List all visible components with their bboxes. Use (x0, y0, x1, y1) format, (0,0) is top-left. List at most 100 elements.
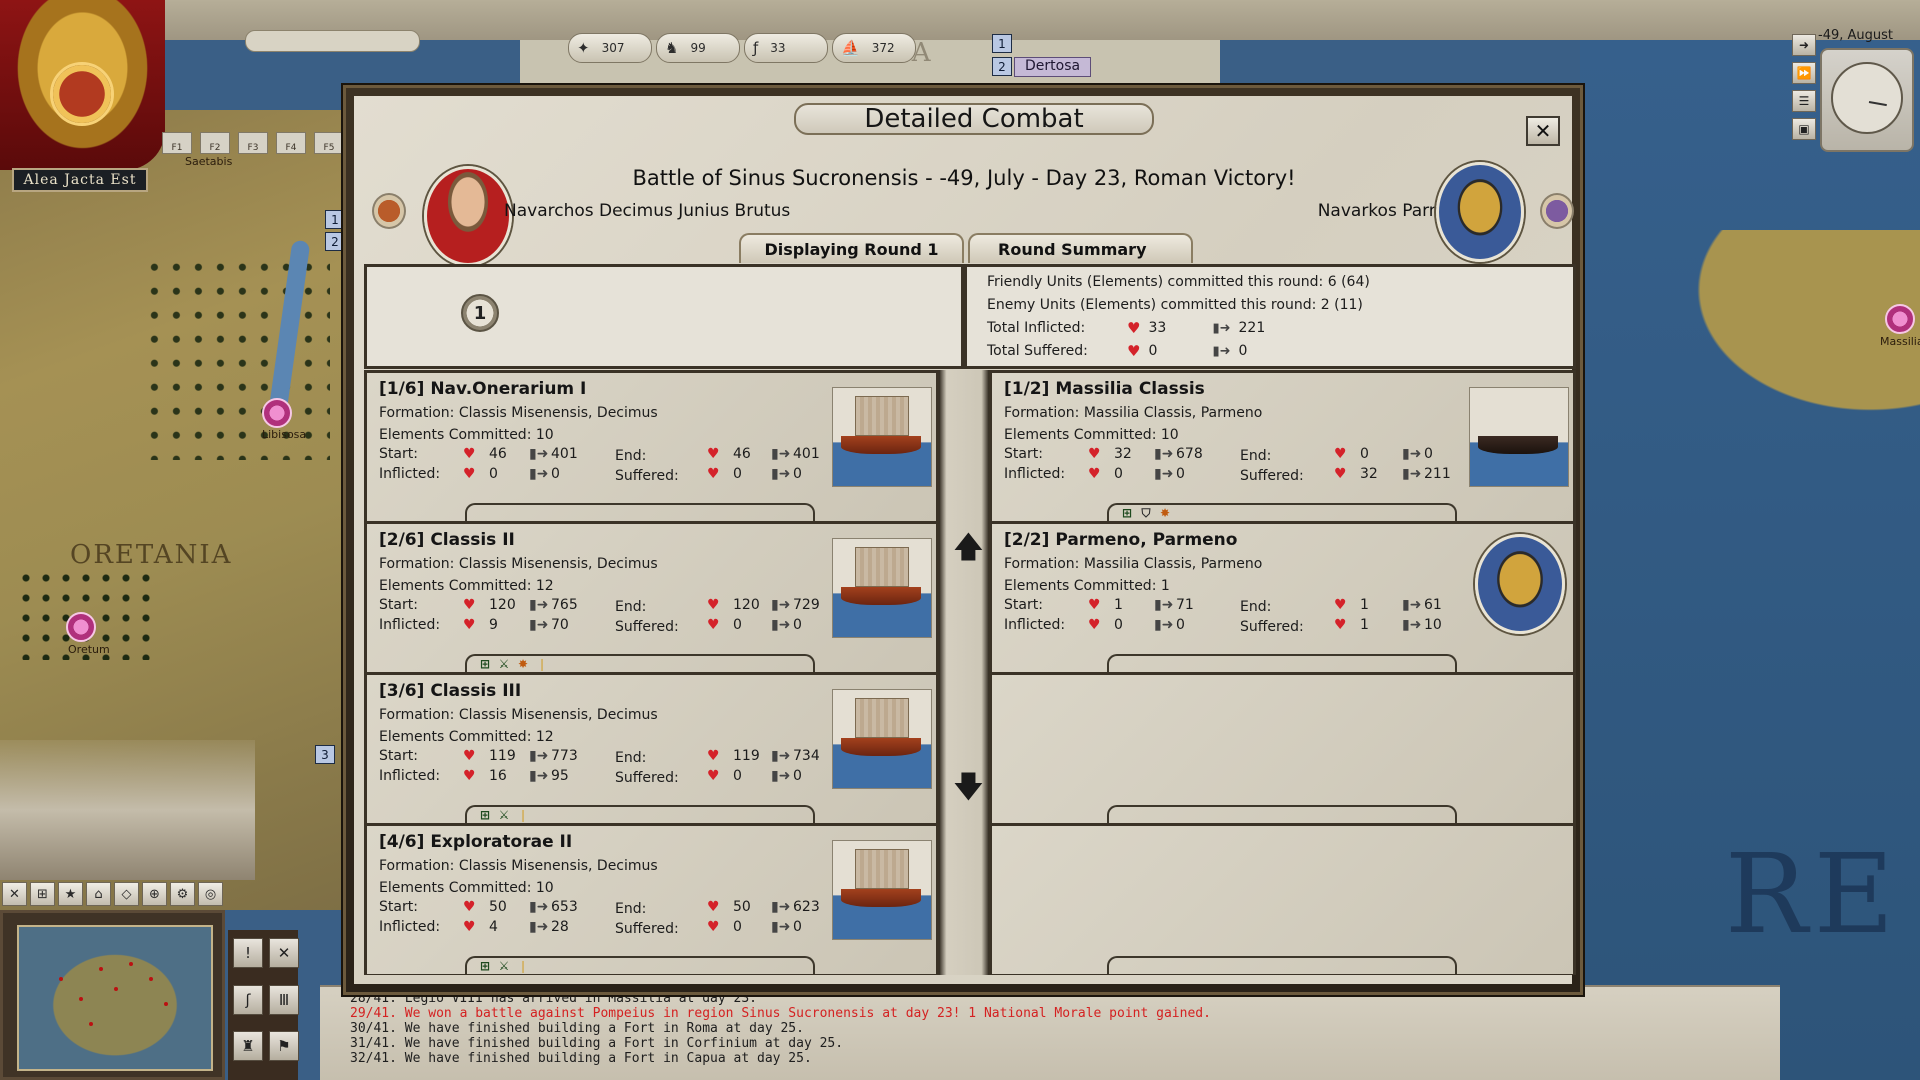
alert-icon[interactable]: ! (233, 938, 263, 968)
detailed-combat-dialog: Detailed Combat ✕ Battle of Sinus Sucron… (343, 85, 1583, 995)
end-cohesion: 401 (793, 446, 820, 462)
total-inflicted-hits: 33 (1148, 320, 1167, 336)
cohesion-icon: ▮➜ (529, 919, 549, 935)
rome-faction-icon (372, 193, 406, 229)
units-icon[interactable]: ⊞ (30, 882, 55, 906)
friendly-unit-card[interactable]: [4/6] Exploratorae II Formation: Classis… (367, 826, 936, 974)
scroll-down-icon[interactable]: 🡇 (953, 765, 984, 816)
cohesion-icon: ▮➜ (1402, 617, 1422, 633)
heart-icon: ♥ (1334, 466, 1347, 482)
cohesion-icon: ▮➜ (1212, 321, 1231, 336)
tactics-ability-icon: ⚔ (498, 808, 510, 822)
friendly-units-list[interactable]: [1/6] Nav.Onerarium I Formation: Classis… (364, 370, 939, 975)
start-label: Start: (379, 446, 418, 462)
stack-number[interactable]: 2 (325, 232, 345, 251)
total-inflicted-label: Total Inflicted: (987, 320, 1086, 336)
commander-portrait-right[interactable] (1436, 162, 1524, 262)
city-marker[interactable] (1885, 304, 1915, 334)
tab-round-summary[interactable]: Round Summary (968, 233, 1193, 263)
message-log[interactable]: 28/41. Legio VIII has arrived in Massili… (320, 985, 1780, 1080)
stack-number[interactable]: 1 (325, 210, 345, 229)
minimap-unit (99, 967, 103, 971)
hotkey-f2[interactable]: F2 (200, 132, 230, 154)
friendly-unit-card[interactable]: [3/6] Classis III Formation: Classis Mis… (367, 675, 936, 823)
log-entry-highlight[interactable]: 29/41. We won a battle against Pompeius … (350, 1006, 1750, 1021)
army-filter-icon[interactable]: Ⅲ (269, 984, 299, 1015)
settings-icon[interactable]: ⚙ (170, 882, 195, 906)
cohesion-icon: ▮➜ (771, 446, 791, 462)
fire-ability-icon: ✸ (517, 657, 529, 671)
commander-portrait-left[interactable] (424, 166, 512, 266)
fast-forward-button[interactable]: ⏩ (1792, 62, 1816, 84)
flag-filter-icon[interactable]: ⚑ (269, 1031, 299, 1062)
empty-unit-slot (992, 826, 1573, 974)
log-entry[interactable]: 32/41. We have finished building a Fort … (350, 1051, 1750, 1066)
resource-supply[interactable]: ♞ 99 (656, 33, 740, 63)
turn-clock[interactable] (1820, 48, 1914, 152)
cohesion-icon: ▮➜ (1154, 617, 1174, 633)
close-button[interactable]: ✕ (1526, 116, 1560, 146)
enemy-unit-card[interactable]: [2/2] Parmeno, Parmeno Formation: Massil… (992, 524, 1573, 672)
swords-icon[interactable]: ✕ (2, 882, 27, 906)
log-entry[interactable]: 31/41. We have finished building a Fort … (350, 1036, 1750, 1051)
stack-number[interactable]: 1 (992, 34, 1012, 53)
friendly-unit-card[interactable]: [1/6] Nav.Onerarium I Formation: Classis… (367, 373, 936, 521)
star-icon[interactable]: ★ (58, 882, 83, 906)
round-button[interactable]: 1 (461, 294, 499, 332)
cohesion-icon: ▮➜ (771, 466, 791, 482)
inflicted-hits: 0 (1114, 617, 1123, 633)
save-button[interactable]: ▣ (1792, 118, 1816, 140)
suffered-label: Suffered: (615, 619, 679, 635)
stack-number[interactable]: 2 (992, 57, 1012, 76)
cohesion-icon: ▮➜ (771, 899, 791, 915)
hotkey-f5[interactable]: F5 (314, 132, 344, 154)
city-marker[interactable] (262, 398, 292, 428)
supply-filter-icon[interactable]: ʃ (233, 984, 263, 1015)
minimap[interactable] (17, 925, 213, 1071)
globe-icon[interactable]: ⊕ (142, 882, 167, 906)
leader-filter-icon[interactable]: ♜ (233, 1031, 263, 1062)
heart-icon: ♥ (707, 617, 720, 633)
unit-ability-bar (1107, 956, 1457, 974)
stack-number[interactable]: 3 (315, 745, 335, 764)
scroll-up-icon[interactable]: 🡅 (953, 525, 984, 576)
suffered-hits: 0 (733, 617, 742, 633)
temple-icon[interactable]: ⌂ (86, 882, 111, 906)
location-name[interactable]: Dertosa (1014, 57, 1092, 77)
scroll-icon[interactable]: ◎ (198, 882, 223, 906)
enemy-unit-card[interactable]: [1/2] Massilia Classis Formation: Massil… (992, 373, 1573, 521)
hotkey-f3[interactable]: F3 (238, 132, 268, 154)
hotkey-f4[interactable]: F4 (276, 132, 306, 154)
inflicted-cohesion: 0 (1176, 617, 1185, 633)
end-cohesion: 0 (1424, 446, 1433, 462)
start-hits: 46 (489, 446, 507, 462)
heart-icon: ♥ (1088, 617, 1101, 633)
ledger-button[interactable]: ☰ (1792, 90, 1816, 112)
start-cohesion: 653 (551, 899, 578, 915)
map-icon[interactable]: ◇ (114, 882, 139, 906)
end-turn-button[interactable]: ➜ (1792, 34, 1816, 56)
end-hits: 119 (733, 748, 760, 764)
resource-ammo[interactable]: ƒ 33 (744, 33, 828, 63)
cohesion-icon: ▮➜ (529, 768, 549, 784)
end-cohesion: 734 (793, 748, 820, 764)
log-entry[interactable]: 30/41. We have finished building a Fort … (350, 1021, 1750, 1036)
cohesion-icon: ▮➜ (771, 919, 791, 935)
heart-icon: ♥ (463, 617, 476, 633)
resource-eagles[interactable]: ✦ 307 (568, 33, 652, 63)
faction-emblem[interactable] (0, 0, 165, 170)
minimap-panel (0, 910, 225, 1080)
cohesion-icon: ▮➜ (529, 748, 549, 764)
friendly-unit-card[interactable]: [2/6] Classis II Formation: Classis Mise… (367, 524, 936, 672)
trireme-icon (832, 689, 932, 789)
resource-money[interactable]: ⛵ 372 (832, 33, 916, 63)
enemy-units-list[interactable]: [1/2] Massilia Classis Formation: Massil… (989, 370, 1576, 975)
battle-filter-icon[interactable]: ✕ (269, 938, 299, 968)
inflicted-hits: 0 (489, 466, 498, 482)
city-marker[interactable] (66, 612, 96, 642)
tab-displaying-round[interactable]: Displaying Round 1 (739, 233, 964, 263)
combat-tabs: Displaying Round 1 Round Summary (739, 233, 1193, 263)
heart-icon: ♥ (1127, 342, 1141, 360)
cohesion-icon: ▮➜ (771, 617, 791, 633)
hotkey-f1[interactable]: F1 (162, 132, 192, 154)
